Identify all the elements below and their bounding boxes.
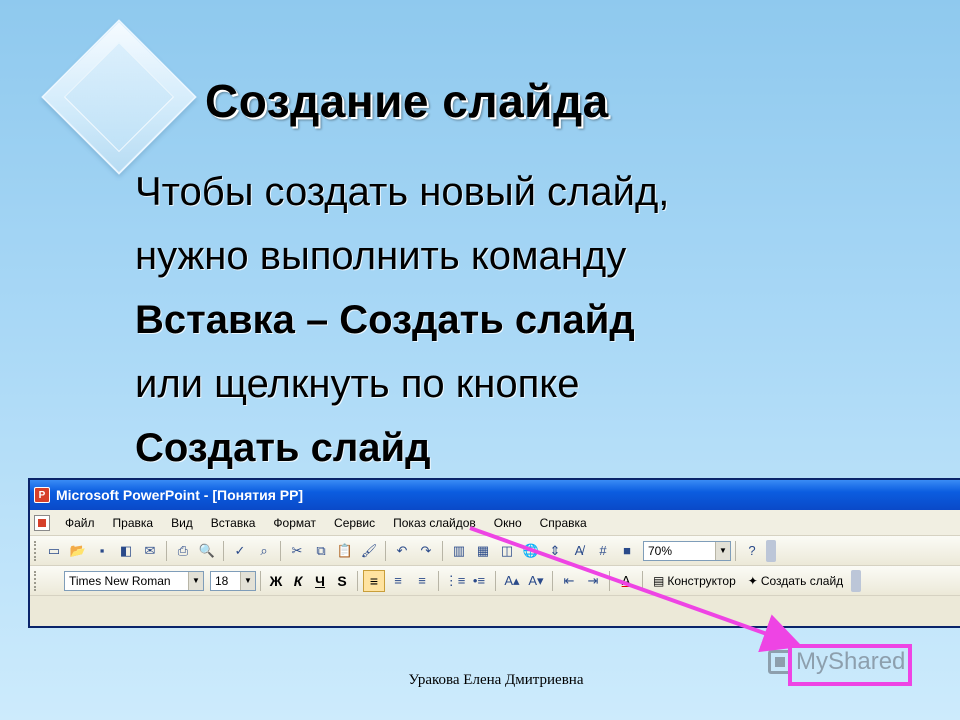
grid-icon[interactable]: # [592,540,614,562]
decorative-diamond [40,18,200,178]
zoom-value: 70% [648,543,673,558]
toolbar-separator [735,540,736,561]
toolbar-options-chevron[interactable] [766,539,776,562]
menu-tools[interactable]: Сервис [325,514,384,532]
bold-button[interactable]: Ж [265,573,287,589]
toolbar-separator [280,540,281,561]
toolbar-grip[interactable] [34,540,38,561]
spelling-icon[interactable]: ✓ [229,540,251,562]
hyperlink-icon[interactable]: 🌐 [520,540,542,562]
permission-icon[interactable]: ◧ [115,540,137,562]
slide-title: Создание слайда [205,75,609,127]
body-line-3: Вставка – Создать слайд [135,298,635,342]
help-icon[interactable]: ? [741,540,763,562]
font-size-combo[interactable]: 18 ▼ [210,570,256,591]
standard-toolbar: ▭ 📂 ▪ ◧ ✉ ⎙ 🔍 ✓ ⌕ ✂ ⧉ 📋 🖌 ↶ ↷ ▥ ▦ ◫ 🌐 ⇕ … [30,536,960,566]
toolbar-separator [609,570,610,591]
toolbar-separator [385,540,386,561]
font-color-icon[interactable]: A [615,570,637,592]
redo-icon[interactable]: ↷ [415,540,437,562]
powerpoint-app-icon: P [34,487,50,503]
increase-indent-icon[interactable]: ⇥ [582,570,604,592]
menu-format[interactable]: Формат [264,514,325,532]
print-preview-icon[interactable]: 🔍 [196,540,218,562]
designer-label: Конструктор [667,573,736,588]
designer-button[interactable]: ▤ Конструктор [647,574,742,588]
format-painter-icon[interactable]: 🖌 [358,540,380,562]
slide-body: Чтобы создать новый слайд, нужно выполни… [135,160,935,480]
research-icon[interactable]: ⌕ [253,540,275,562]
toolbar-separator [357,570,358,591]
toolbar-separator [438,570,439,591]
menu-insert[interactable]: Вставка [202,514,265,532]
toolbar-separator [642,570,643,591]
save-icon[interactable]: ▪ [91,540,113,562]
designer-icon: ▤ [653,573,665,588]
menu-window[interactable]: Окно [485,514,531,532]
underline-button[interactable]: Ч [309,573,331,589]
slide-footer: Уракова Елена Дмитриевна [408,672,584,688]
toolbar-separator [552,570,553,591]
increase-font-icon[interactable]: A▴ [501,570,523,592]
numbering-icon[interactable]: ⋮≡ [444,570,466,592]
menu-bar: Файл Правка Вид Вставка Формат Сервис По… [30,510,960,536]
toolbar-separator [442,540,443,561]
menu-slideshow[interactable]: Показ слайдов [384,514,485,532]
undo-icon[interactable]: ↶ [391,540,413,562]
copy-icon[interactable]: ⧉ [310,540,332,562]
print-icon[interactable]: ⎙ [172,540,194,562]
new-slide-label: Создать слайд [760,573,844,588]
new-slide-button[interactable]: ✦ Создать слайд [742,574,849,588]
color-grayscale-icon[interactable]: ■ [616,540,638,562]
show-formatting-icon[interactable]: A̸ [568,540,590,562]
tables-borders-icon[interactable]: ◫ [496,540,518,562]
expand-icon[interactable]: ⇕ [544,540,566,562]
shadow-button[interactable]: S [331,573,353,589]
body-line-4: или щелкнуть по кнопке [135,362,580,406]
toolbar-options-chevron[interactable] [851,569,862,592]
toolbar-grip[interactable] [34,570,38,591]
new-file-icon[interactable]: ▭ [43,540,65,562]
italic-button[interactable]: К [287,573,309,589]
decrease-indent-icon[interactable]: ⇤ [558,570,580,592]
body-line-1: Чтобы создать новый слайд, [135,170,670,214]
body-line-5: Создать слайд [135,426,431,470]
cut-icon[interactable]: ✂ [286,540,308,562]
body-line-2: нужно выполнить команду [135,234,627,278]
open-folder-icon[interactable]: 📂 [67,540,89,562]
email-icon[interactable]: ✉ [139,540,161,562]
font-name-combo[interactable]: Times New Roman ▼ [64,570,204,591]
decrease-font-icon[interactable]: A▾ [525,570,547,592]
toolbar-separator [260,570,261,591]
toolbar-separator [223,540,224,561]
bullets-icon[interactable]: •≡ [468,570,490,592]
formatting-toolbar: Times New Roman ▼ 18 ▼ Ж К Ч S ≡ ≡ ≡ ⋮≡ … [30,566,960,596]
insert-chart-icon[interactable]: ▥ [448,540,470,562]
document-icon[interactable] [34,514,50,531]
font-size-value: 18 [215,573,229,588]
menu-view[interactable]: Вид [162,514,202,532]
align-right-icon[interactable]: ≡ [411,570,433,592]
chevron-down-icon[interactable]: ▼ [240,571,255,590]
zoom-combo[interactable]: 70% ▼ [643,540,731,561]
menu-file[interactable]: Файл [56,514,104,532]
paste-icon[interactable]: 📋 [334,540,356,562]
menu-help[interactable]: Справка [531,514,596,532]
align-center-icon[interactable]: ≡ [387,570,409,592]
new-slide-icon: ✦ [747,573,758,588]
toolbar-separator [166,540,167,561]
toolbar-separator [495,570,496,591]
chevron-down-icon[interactable]: ▼ [715,541,730,560]
font-name-value: Times New Roman [69,573,171,588]
align-left-icon[interactable]: ≡ [363,569,385,592]
window-titlebar: P Microsoft PowerPoint - [Понятия PP] [30,480,960,510]
window-title: Microsoft PowerPoint - [Понятия PP] [56,487,304,503]
powerpoint-window-screenshot: P Microsoft PowerPoint - [Понятия PP] Фа… [28,478,960,628]
insert-table-icon[interactable]: ▦ [472,540,494,562]
menu-edit[interactable]: Правка [104,514,163,532]
chevron-down-icon[interactable]: ▼ [188,571,203,590]
